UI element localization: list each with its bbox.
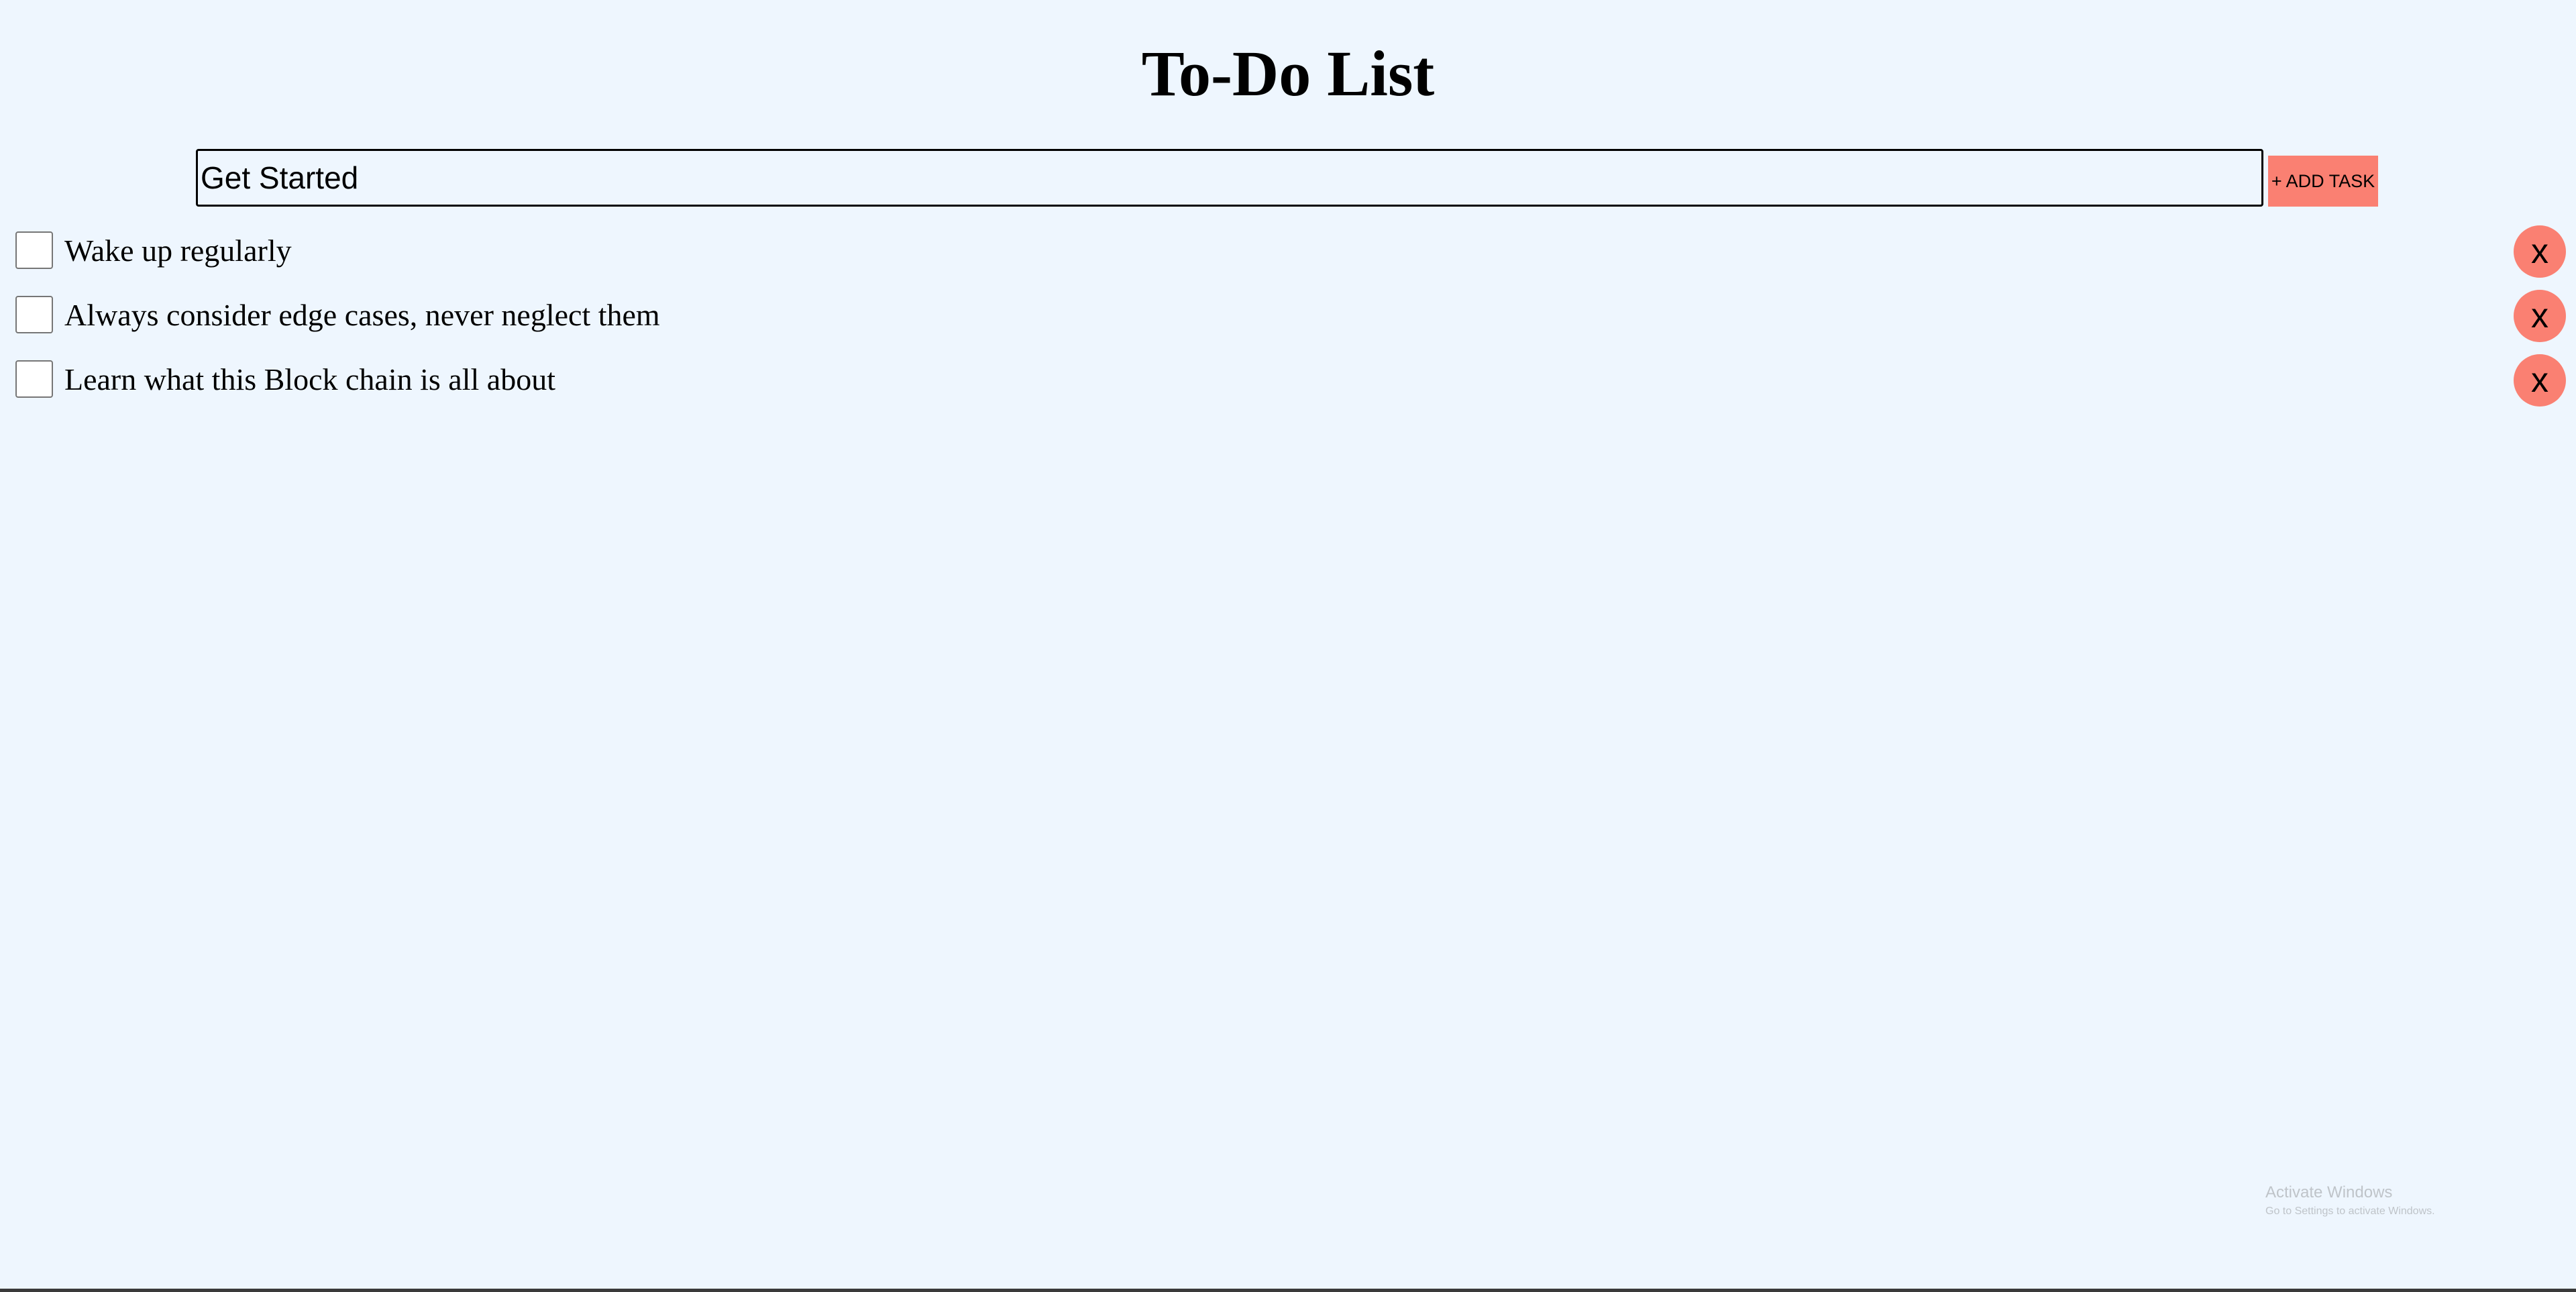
window-bottom-edge bbox=[0, 1289, 2576, 1292]
delete-task-button[interactable]: x bbox=[2514, 354, 2566, 407]
delete-task-button[interactable]: x bbox=[2514, 290, 2566, 342]
task-checkbox[interactable] bbox=[15, 360, 53, 398]
task-item: Wake up regularly x bbox=[0, 219, 2576, 283]
task-item: Learn what this Block chain is all about… bbox=[0, 347, 2576, 412]
page-title: To-Do List bbox=[1141, 38, 1435, 109]
task-input[interactable] bbox=[196, 149, 2263, 207]
task-label: Learn what this Block chain is all about bbox=[64, 362, 555, 396]
task-item: Always consider edge cases, never neglec… bbox=[0, 283, 2576, 347]
task-checkbox[interactable] bbox=[15, 296, 53, 333]
task-checkbox[interactable] bbox=[15, 231, 53, 269]
task-label: Always consider edge cases, never neglec… bbox=[64, 298, 660, 332]
watermark-title: Activate Windows bbox=[2265, 1183, 2393, 1201]
task-label: Wake up regularly bbox=[64, 233, 292, 268]
add-task-button[interactable]: + ADD TASK bbox=[2268, 156, 2378, 207]
delete-task-button[interactable]: x bbox=[2514, 225, 2566, 278]
watermark-subtitle: Go to Settings to activate Windows. bbox=[2265, 1205, 2435, 1217]
activate-windows-watermark: Activate Windows Go to Settings to activ… bbox=[2265, 1183, 2435, 1219]
